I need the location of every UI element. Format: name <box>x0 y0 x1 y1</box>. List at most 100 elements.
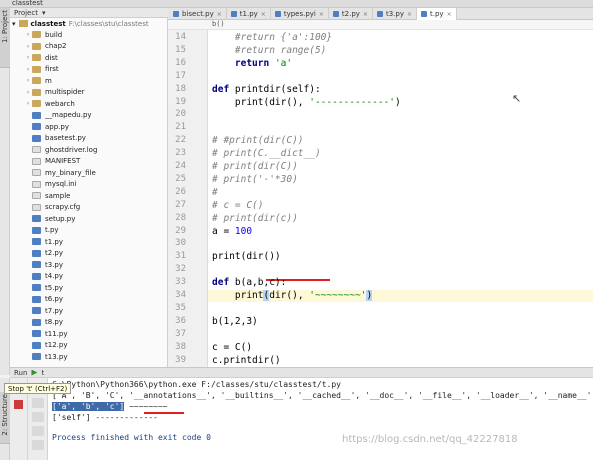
line-number: 21 <box>175 122 186 133</box>
tree-item[interactable]: t8.py <box>10 317 167 329</box>
line-number: 33 <box>175 277 186 288</box>
editor-tab[interactable]: t2.py × <box>329 8 373 20</box>
chevron-right-icon[interactable]: › <box>24 43 32 50</box>
chevron-right-icon[interactable]: › <box>24 66 32 73</box>
code-line[interactable]: def printdir(self): <box>212 84 321 96</box>
tree-item[interactable]: setup.py <box>10 213 167 225</box>
close-icon[interactable]: × <box>319 11 324 18</box>
code-line[interactable]: #return {'a':100} <box>212 32 332 44</box>
chevron-right-icon[interactable]: › <box>24 89 32 96</box>
tree-item-label: dist <box>45 53 58 62</box>
soft-wrap-icon[interactable] <box>32 412 44 422</box>
tree-item[interactable]: t12.py <box>10 340 167 352</box>
line-number: 38 <box>175 341 186 352</box>
tree-item[interactable]: t.py <box>10 225 167 237</box>
code-editor[interactable]: ↖ #return {'a':100} #return range(5) ret… <box>208 30 593 367</box>
code-line[interactable]: a = 100 <box>212 226 252 238</box>
editor-tab[interactable]: bisect.py × <box>169 8 227 20</box>
tree-item[interactable]: › first <box>10 64 167 76</box>
tree-item[interactable]: my_binary_file <box>10 167 167 179</box>
close-icon[interactable]: × <box>261 11 266 18</box>
code-line[interactable]: # print(dir(c)) <box>212 213 298 225</box>
run-console[interactable]: C:\Python\Python366\python.exe F:/classe… <box>48 378 593 460</box>
python-file-icon <box>32 215 41 223</box>
tree-item[interactable]: t13.py <box>10 351 167 363</box>
structure-tool-tab[interactable]: 2: Structure <box>0 392 10 444</box>
tree-item[interactable]: MANIFEST <box>10 156 167 168</box>
run-label[interactable]: Run <box>14 369 27 377</box>
code-line[interactable]: # print('-'*30) <box>212 174 298 186</box>
code-line[interactable]: print(dir(), '-------------') <box>212 97 401 109</box>
code-line[interactable]: # c = C() <box>212 200 263 212</box>
file-icon <box>32 169 41 177</box>
code-line[interactable]: def b(a,b,c): <box>212 277 286 289</box>
tree-item[interactable]: app.py <box>10 121 167 133</box>
close-icon[interactable]: × <box>363 11 368 18</box>
tree-item[interactable]: › webarch <box>10 98 167 110</box>
line-number: 36 <box>175 315 186 326</box>
project-root[interactable]: ▾ classtest F:\classes\stu\classtest <box>12 18 149 29</box>
code-line[interactable]: #return range(5) <box>212 45 327 57</box>
tree-item[interactable]: › m <box>10 75 167 87</box>
tree-item[interactable]: ghostdriver.log <box>10 144 167 156</box>
tree-item[interactable]: t11.py <box>10 328 167 340</box>
tree-item[interactable]: mysql.ini <box>10 179 167 191</box>
chevron-down-icon[interactable]: ▾ <box>42 9 46 17</box>
tree-item[interactable]: t1.py <box>10 236 167 248</box>
tree-item[interactable]: t7.py <box>10 305 167 317</box>
python-file-icon <box>32 284 41 292</box>
down-arrow-icon[interactable] <box>32 398 44 408</box>
folder-icon <box>32 88 41 96</box>
tree-item[interactable]: › chap2 <box>10 41 167 53</box>
tree-item[interactable]: scrapy.cfg <box>10 202 167 214</box>
breadcrumb[interactable]: b() <box>168 20 593 30</box>
close-icon[interactable]: × <box>217 11 222 18</box>
code-line[interactable]: c.printdir() <box>212 355 281 367</box>
chevron-right-icon[interactable]: › <box>24 77 32 84</box>
chevron-down-icon[interactable]: ▾ <box>12 20 16 28</box>
trash-icon[interactable] <box>32 440 44 450</box>
print-icon[interactable] <box>32 426 44 436</box>
run-config-name[interactable]: t <box>41 369 44 377</box>
tree-item[interactable]: basetest.py <box>10 133 167 145</box>
stop-icon[interactable] <box>14 400 23 409</box>
code-line[interactable]: # <box>212 187 218 199</box>
code-line[interactable]: # #print(dir(C)) <box>212 135 304 147</box>
close-icon[interactable]: × <box>447 11 452 18</box>
chevron-right-icon[interactable]: › <box>24 100 32 107</box>
project-root-path: F:\classes\stu\classtest <box>68 19 149 28</box>
editor-tab[interactable]: types.pyi × <box>271 8 329 20</box>
editor-tab[interactable]: t1.py × <box>227 8 271 20</box>
code-line[interactable]: print(dir(), '~~~~~~~~') <box>208 290 593 302</box>
folder-icon <box>32 77 41 85</box>
code-line[interactable]: # print(dir(C)) <box>212 161 298 173</box>
selected-text[interactable]: ['a', 'b', 'c'] <box>52 402 125 411</box>
code-line[interactable]: b(1,2,3) <box>212 316 258 328</box>
tree-item[interactable]: t5.py <box>10 282 167 294</box>
tree-item[interactable]: sample <box>10 190 167 202</box>
chevron-right-icon[interactable]: › <box>24 31 32 38</box>
tree-item[interactable]: t2.py <box>10 248 167 260</box>
code-line[interactable]: # print(C.__dict__) <box>212 148 321 160</box>
editor-tab[interactable]: t.py × <box>417 8 457 20</box>
editor-tab[interactable]: t3.py × <box>373 8 417 20</box>
tree-item[interactable]: › multispider <box>10 87 167 99</box>
chevron-right-icon[interactable]: › <box>24 54 32 61</box>
code-line[interactable]: print(dir()) <box>212 251 281 263</box>
tree-item[interactable]: t4.py <box>10 271 167 283</box>
project-panel-header[interactable]: Project ▾ <box>10 8 168 18</box>
tree-item[interactable]: › build <box>10 29 167 41</box>
tree-item[interactable]: › dist <box>10 52 167 64</box>
project-panel: ▾ classtest F:\classes\stu\classtest › bu… <box>10 18 168 375</box>
tree-item[interactable]: __mapedu.py <box>10 110 167 122</box>
code-line[interactable]: c = C() <box>212 342 252 354</box>
window-title: classtest <box>12 0 43 7</box>
python-file-icon <box>32 318 41 326</box>
project-root-name: classtest <box>30 19 66 28</box>
close-icon[interactable]: × <box>407 11 412 18</box>
tree-item[interactable]: t6.py <box>10 294 167 306</box>
tree-item[interactable]: t3.py <box>10 259 167 271</box>
code-line[interactable]: return 'a' <box>212 58 292 70</box>
project-tool-tab[interactable]: 1: Project <box>0 8 10 68</box>
breadcrumb-item[interactable]: b() <box>212 20 225 28</box>
